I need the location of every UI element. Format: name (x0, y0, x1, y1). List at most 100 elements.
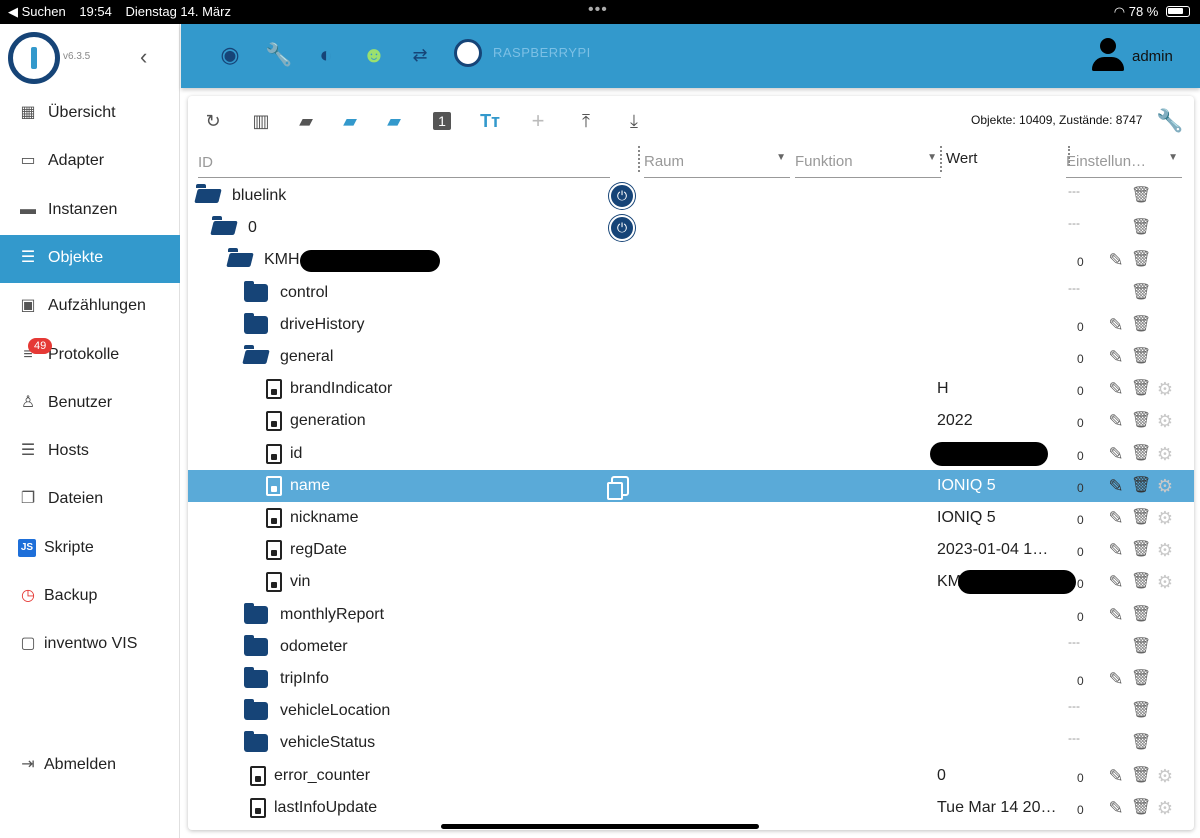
delete-icon[interactable]: 🗑 (1131, 186, 1151, 206)
delete-icon[interactable]: 🗑 (1131, 411, 1151, 431)
tree-row-regdate[interactable]: regDate 2023-01-04 1… 0 ✎ 🗑 ⚙ (188, 534, 1194, 566)
gear-icon[interactable]: ⚙ (1155, 572, 1175, 592)
download-icon[interactable]: ⤓ (622, 110, 646, 132)
tree-row-drivehistory[interactable]: driveHistory 0 ✎ 🗑 (188, 309, 1194, 341)
folder-icon[interactable] (244, 667, 268, 688)
folder-open-icon[interactable] (228, 248, 252, 269)
settings-wrench-icon[interactable]: 🔧 (1156, 108, 1183, 134)
sidebar-item-hosts[interactable]: ☰ Hosts (0, 428, 180, 476)
delete-icon[interactable]: 🗑 (1131, 798, 1151, 818)
folder-icon[interactable] (244, 312, 268, 334)
tree-row-vehiclestatus[interactable]: vehicleStatus --- 🗑 (188, 727, 1194, 759)
folder-icon[interactable] (244, 634, 268, 656)
sidebar-item-skripte[interactable]: JS Skripte (0, 525, 180, 573)
delete-icon[interactable]: 🗑 (1131, 347, 1151, 367)
tree-row-general[interactable]: general 0 ✎ 🗑 (188, 341, 1194, 373)
expand-level-button[interactable]: 1 (430, 110, 454, 132)
delete-icon[interactable]: 🗑 (1131, 669, 1151, 689)
row-value[interactable]: Tue Mar 14 20… (937, 799, 1056, 817)
row-value[interactable]: 0 (937, 767, 946, 785)
adapter-plug-icon[interactable]: ⏻ (609, 215, 635, 242)
theme-icon[interactable]: ◐ (313, 42, 339, 68)
edit-icon[interactable]: ✎ (1106, 411, 1126, 431)
state-icon[interactable] (266, 475, 282, 496)
edit-icon[interactable]: ✎ (1106, 444, 1126, 464)
state-icon[interactable] (250, 765, 266, 786)
column-resize-handle[interactable] (638, 146, 640, 172)
edit-icon[interactable]: ✎ (1106, 669, 1126, 689)
edit-icon[interactable]: ✎ (1106, 250, 1126, 270)
copy-icon[interactable] (607, 475, 629, 500)
sidebar-item-instanzen[interactable]: ▬ Instanzen (0, 187, 180, 235)
delete-icon[interactable]: 🗑 (1131, 540, 1151, 560)
state-icon[interactable] (266, 540, 282, 561)
tree-row-tripinfo[interactable]: tripInfo 0 ✎ 🗑 (188, 663, 1194, 695)
edit-icon[interactable]: ✎ (1106, 766, 1126, 786)
id-filter-input[interactable]: ID (198, 148, 610, 178)
tree-row-vin[interactable]: vin KM 0 ✎ 🗑 ⚙ (188, 566, 1194, 598)
delete-icon[interactable]: 🗑 (1131, 315, 1151, 335)
expert-mode-icon[interactable]: ☻ (361, 42, 387, 68)
function-filter-select[interactable]: Funktion ▼ (795, 148, 941, 178)
tree-row-control[interactable]: control --- 🗑 (188, 277, 1194, 309)
text-size-icon[interactable]: Tт (478, 110, 502, 132)
folder-icon[interactable] (244, 699, 268, 721)
columns-icon[interactable]: ▥ (249, 110, 273, 132)
folder-icon[interactable] (244, 731, 268, 753)
folder-icon[interactable] (244, 602, 268, 624)
state-icon[interactable] (250, 797, 266, 818)
sidebar-item-objekte[interactable]: ☰ Objekte (0, 234, 180, 283)
delete-icon[interactable]: 🗑 (1131, 572, 1151, 592)
tree-row-kmh[interactable]: KMH 0 ✎ 🗑 (188, 244, 1194, 276)
edit-icon[interactable]: ✎ (1106, 347, 1126, 367)
sidebar-item-protokolle[interactable]: ≡ Protokolle 49 (0, 332, 180, 380)
sidebar-item-adapter[interactable]: ▭ Adapter (0, 138, 180, 186)
sidebar-item-übersicht[interactable]: ▦ Übersicht (0, 90, 180, 138)
delete-icon[interactable]: 🗑 (1131, 444, 1151, 464)
gear-icon[interactable]: ⚙ (1155, 411, 1175, 431)
collapse-all-icon[interactable]: ▰ (382, 110, 406, 132)
delete-icon[interactable]: 🗑 (1131, 701, 1151, 721)
edit-icon[interactable]: ✎ (1106, 605, 1126, 625)
folder-open-icon[interactable] (196, 184, 220, 205)
tree-row-error-counter[interactable]: error_counter 0 0 ✎ 🗑 ⚙ (188, 760, 1194, 792)
row-value[interactable]: 2022 (937, 412, 973, 430)
delete-icon[interactable]: 🗑 (1131, 637, 1151, 657)
add-icon[interactable]: + (526, 110, 550, 132)
state-icon[interactable] (266, 443, 282, 464)
tree-row-id[interactable]: id 0 ✎ 🗑 ⚙ (188, 438, 1194, 470)
gear-icon[interactable]: ⚙ (1155, 379, 1175, 399)
tree-row-monthlyreport[interactable]: monthlyReport 0 ✎ 🗑 (188, 599, 1194, 631)
gear-icon[interactable]: ⚙ (1155, 444, 1175, 464)
gear-icon[interactable]: ⚙ (1155, 508, 1175, 528)
folder-open-icon[interactable] (212, 216, 236, 237)
tree-row-0[interactable]: 0 ⏻ --- 🗑 (188, 212, 1194, 244)
delete-icon[interactable]: 🗑 (1131, 766, 1151, 786)
eye-icon[interactable]: ◉ (217, 42, 243, 68)
collapse-sidebar-icon[interactable]: ‹ (140, 44, 147, 70)
wrench-icon[interactable]: 🔧 (265, 42, 292, 68)
delete-icon[interactable]: 🗑 (1131, 733, 1151, 753)
account-icon[interactable] (1091, 38, 1125, 72)
adapter-plug-icon[interactable]: ⏻ (609, 183, 635, 209)
tree-row-lastinfoupdate[interactable]: lastInfoUpdate Tue Mar 14 20… 0 ✎ 🗑 ⚙ (188, 792, 1194, 824)
state-icon[interactable] (266, 379, 282, 400)
gear-icon[interactable]: ⚙ (1155, 540, 1175, 560)
expand-all-icon[interactable]: ▰ (338, 110, 362, 132)
tree-row-bluelink[interactable]: bluelink ⏻ --- 🗑 (188, 180, 1194, 212)
tree-row-vehiclelocation[interactable]: vehicleLocation --- 🗑 (188, 695, 1194, 727)
tree-row-nickname[interactable]: nickname IONIQ 5 0 ✎ 🗑 ⚙ (188, 502, 1194, 534)
back-to-app-link[interactable]: ◀ Suchen (8, 4, 66, 19)
tree-row-name[interactable]: name IONIQ 5 0 ✎ 🗑 ⚙ (188, 469, 1194, 502)
state-icon[interactable] (266, 572, 282, 593)
room-filter-select[interactable]: Raum ▼ (644, 148, 790, 178)
delete-icon[interactable]: 🗑 (1131, 605, 1151, 625)
sidebar-item-benutzer[interactable]: ♙ Benutzer (0, 380, 180, 428)
state-icon[interactable] (266, 508, 282, 528)
delete-icon[interactable]: 🗑 (1131, 250, 1151, 270)
sidebar-item-aufzählungen[interactable]: ▣ Aufzählungen (0, 283, 180, 331)
gear-icon[interactable]: ⚙ (1155, 476, 1175, 496)
refresh-icon[interactable]: ↻ (201, 110, 225, 132)
folder-icon[interactable] (244, 280, 268, 302)
upload-icon[interactable]: ⤒ (574, 110, 598, 132)
